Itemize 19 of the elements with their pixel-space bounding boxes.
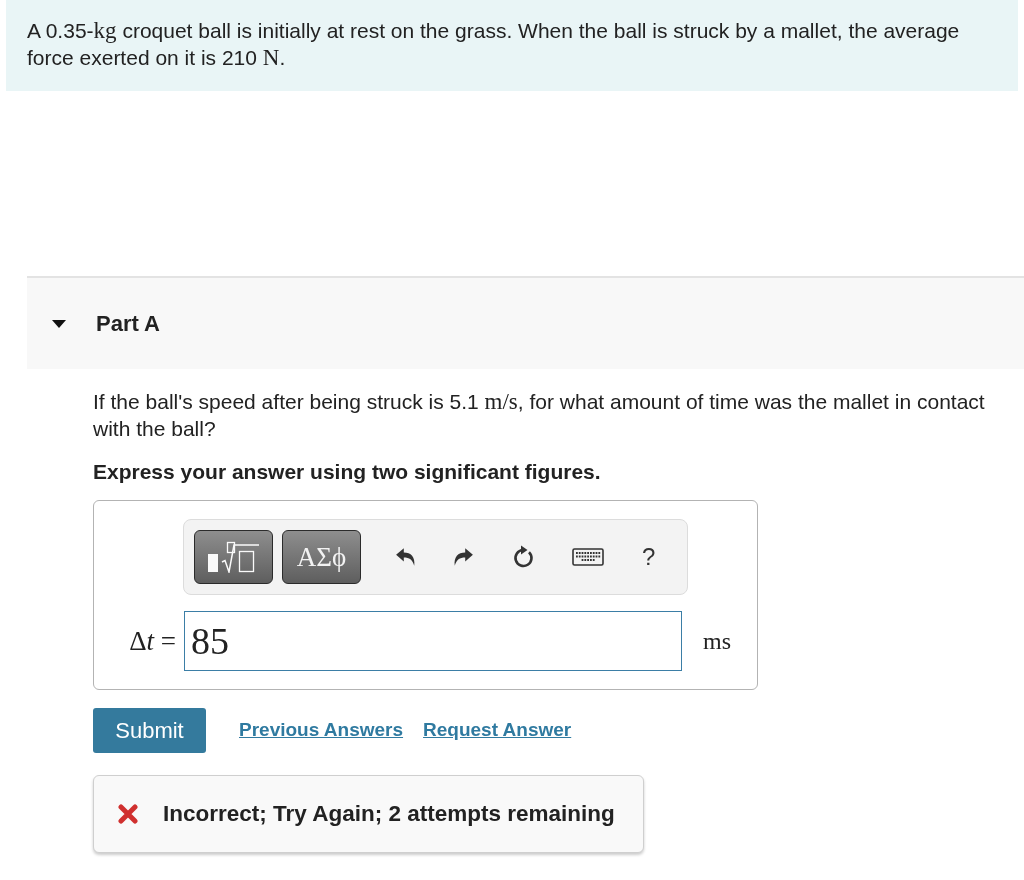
answer-field[interactable]: 85 [184, 611, 682, 671]
redo-icon[interactable] [452, 547, 474, 567]
radical-template-icon [207, 541, 260, 573]
part-title: Part A [96, 310, 160, 338]
symbols-button[interactable]: ΑΣϕ [282, 530, 361, 584]
problem-text: A 0.35-kg croquet ball is initially at rest on the grass. When the ball is struck by a mallet, the average force exerted on it is 210 N. [27, 17, 961, 71]
equation-label: Δt = [128, 624, 176, 658]
submit-button[interactable]: Submit [93, 708, 206, 753]
undo-icon[interactable] [395, 547, 417, 567]
keyboard-icon[interactable] [572, 548, 604, 566]
feedback-text: Incorrect; Try Again; 2 attempts remaining [163, 800, 615, 829]
answer-link[interactable]: Request Answer [423, 716, 572, 745]
unit-label: ms [703, 627, 731, 656]
help-button[interactable]: ? [642, 545, 656, 569]
question-text: If the ball's speed after being struck is 5.1 m/s, for what amount of time was the mallet in contact with the ball? [93, 388, 986, 442]
reset-icon[interactable] [513, 545, 535, 569]
templates-button[interactable] [194, 530, 273, 584]
answer-link[interactable]: Previous Answers [239, 716, 404, 745]
instruction-text: Express your answer using two significant figures. [93, 459, 602, 485]
